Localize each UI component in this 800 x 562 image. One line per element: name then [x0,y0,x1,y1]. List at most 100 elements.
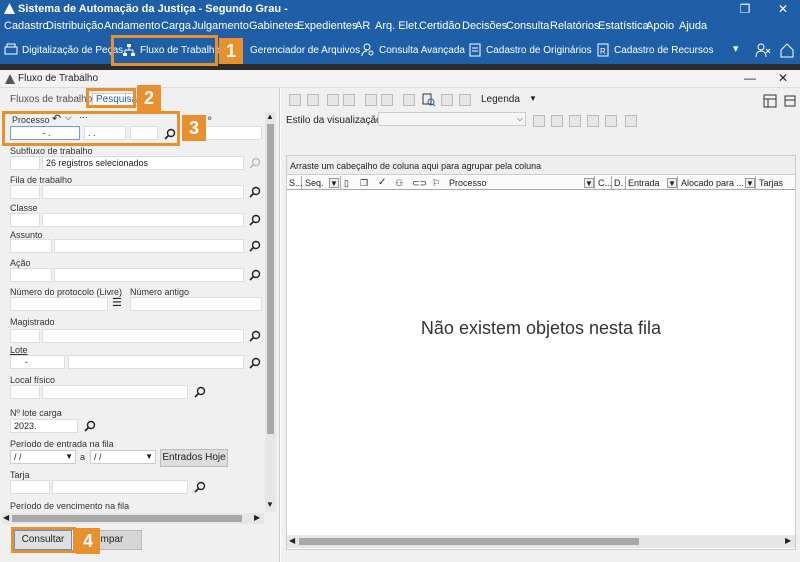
users-icon[interactable] [755,42,771,58]
legenda-chevron-icon[interactable]: ▼ [529,94,537,103]
scroll-right-icon[interactable]: ▶ [785,536,791,545]
menu-julgamento[interactable]: Julgamento [192,20,249,32]
h-scroll-thumb[interactable] [12,515,242,522]
cadastro-recursos-button[interactable]: R Cadastro de Recursos [596,36,714,64]
menu-distribuicao[interactable]: Distribuição [46,20,103,32]
minimize-icon[interactable]: — [744,71,756,85]
entrados-hoje-button[interactable]: Entrados Hoje [160,449,228,467]
menu-consulta[interactable]: Consulta [506,20,549,32]
scroll-up-icon[interactable]: ▲ [266,112,274,121]
menu-decisoes[interactable]: Decisões [462,20,507,32]
search-icon[interactable] [249,240,261,252]
search-icon[interactable] [249,330,261,342]
magistrado-code-input[interactable] [10,329,40,343]
tab-fluxos[interactable]: Fluxos de trabalho [10,94,92,105]
classe-input[interactable] [42,213,244,227]
grid-horizontal-scrollbar[interactable]: ◀ ▶ [287,535,795,548]
search-icon[interactable] [249,269,261,281]
fila-input[interactable] [42,185,244,199]
link-icon[interactable]: ⊂⊃ [412,178,427,189]
menu-arq-elet[interactable]: Arq. Elet. [375,20,420,32]
local-code-input[interactable] [10,385,40,399]
col-seq-filter-icon[interactable]: ▼ [329,178,339,188]
numero-antigo-input[interactable] [130,297,262,311]
menu-certidao[interactable]: Certidão [419,20,461,32]
tarja-code-input[interactable] [10,480,50,494]
menu-relatorios[interactable]: Relatórios [550,20,600,32]
highlight-box-3 [2,111,180,146]
col-tarjas[interactable]: Tarjas [757,176,795,190]
panel-icon[interactable] [784,94,796,108]
scroll-left-icon[interactable]: ◀ [3,513,9,522]
subfluxo-code-input[interactable] [10,156,40,170]
lote-carga-input[interactable]: 2023. [10,419,78,433]
acao-input[interactable] [54,268,244,282]
people-icon[interactable]: ⚇ [395,178,403,189]
overflow-chevron-icon[interactable]: ▾ [733,42,739,55]
menu-estatistica[interactable]: Estatística [598,20,649,32]
scroll-left-icon[interactable]: ◀ [289,536,295,545]
digitalizacao-button[interactable]: Digitalização de Peças [4,36,123,64]
assunto-code-input[interactable] [10,239,52,253]
menu-andamento[interactable]: Andamento [104,20,160,32]
date-from-select[interactable]: / / ▼ [10,450,76,464]
consulta-avancada-button[interactable]: Consulta Avançada [361,36,465,64]
fila-code-input[interactable] [10,185,40,199]
estilo-select[interactable]: ⌵ [378,112,526,126]
search-icon[interactable] [249,357,261,369]
close-icon[interactable]: ✕ [768,0,798,18]
search-icon[interactable] [194,481,206,493]
lote-input[interactable]: - [10,355,65,369]
home-icon[interactable] [779,42,795,58]
menu-expedientes[interactable]: Expedientes [297,20,358,32]
layout-icon[interactable] [763,94,777,108]
local-input[interactable] [42,385,188,399]
search-icon[interactable] [249,186,261,198]
menu-apoio[interactable]: Apoio [646,20,674,32]
document-search-icon[interactable] [422,93,436,107]
protocolo-input[interactable] [10,297,108,311]
subfluxo-input[interactable]: 26 registros selecionados [42,156,244,170]
lote-desc-input[interactable] [68,355,244,369]
vertical-scrollbar[interactable]: ▲ ▼ [265,112,276,512]
menu-cadastro[interactable]: Cadastro [4,20,49,32]
col-processo[interactable]: Processo [447,176,595,190]
search-icon[interactable] [249,214,261,226]
check-icon[interactable]: ✓ [378,177,386,188]
scroll-down-icon[interactable]: ▼ [266,500,274,509]
tarja-input[interactable] [52,480,188,494]
magistrado-input[interactable] [42,329,244,343]
col-d[interactable]: D. [612,176,626,190]
menu-ar[interactable]: AR [355,20,370,32]
bookmark-icon[interactable]: ▯ [344,178,349,189]
flag-icon[interactable]: ⚐ [432,178,440,189]
docs-icon[interactable]: ❐ [360,178,368,189]
col-processo-filter-icon[interactable]: ▼ [584,178,594,188]
col-c[interactable]: C... [596,176,612,190]
gerenciador-arquivos-button[interactable]: Gerenciador de Arquivos [250,36,360,64]
classe-code-input[interactable] [10,213,40,227]
grid-h-scroll-thumb[interactable] [299,538,639,545]
date-to-select[interactable]: / / ▼ [90,450,156,464]
close-icon[interactable]: ✕ [778,71,788,85]
cadastro-originarios-button[interactable]: Cadastro de Originários [468,36,592,64]
scroll-right-icon[interactable]: ▶ [254,513,260,522]
copy-icon [327,94,339,106]
scanner-icon [4,43,18,55]
legenda-button[interactable]: Legenda [481,94,520,105]
assunto-input[interactable] [54,239,244,253]
search-icon[interactable] [194,386,206,398]
menu-bar: Cadastro Distribuição Andamento Carga Ju… [0,18,800,36]
menu-ajuda[interactable]: Ajuda [679,20,707,32]
horizontal-scrollbar[interactable]: ◀ ▶ [2,513,264,524]
col-status[interactable]: S... [287,176,303,190]
scroll-thumb[interactable] [267,124,274,434]
menu-carga[interactable]: Carga [161,20,191,32]
list-icon[interactable]: ☰ [112,296,122,309]
menu-gabinetes[interactable]: Gabinetes [249,20,299,32]
acao-code-input[interactable] [10,268,52,282]
restore-icon[interactable]: ❐ [730,0,760,18]
col-alocado-filter-icon[interactable]: ▼ [745,178,755,188]
search-icon[interactable] [84,420,96,432]
col-entrada-filter-icon[interactable]: ▼ [667,178,677,188]
